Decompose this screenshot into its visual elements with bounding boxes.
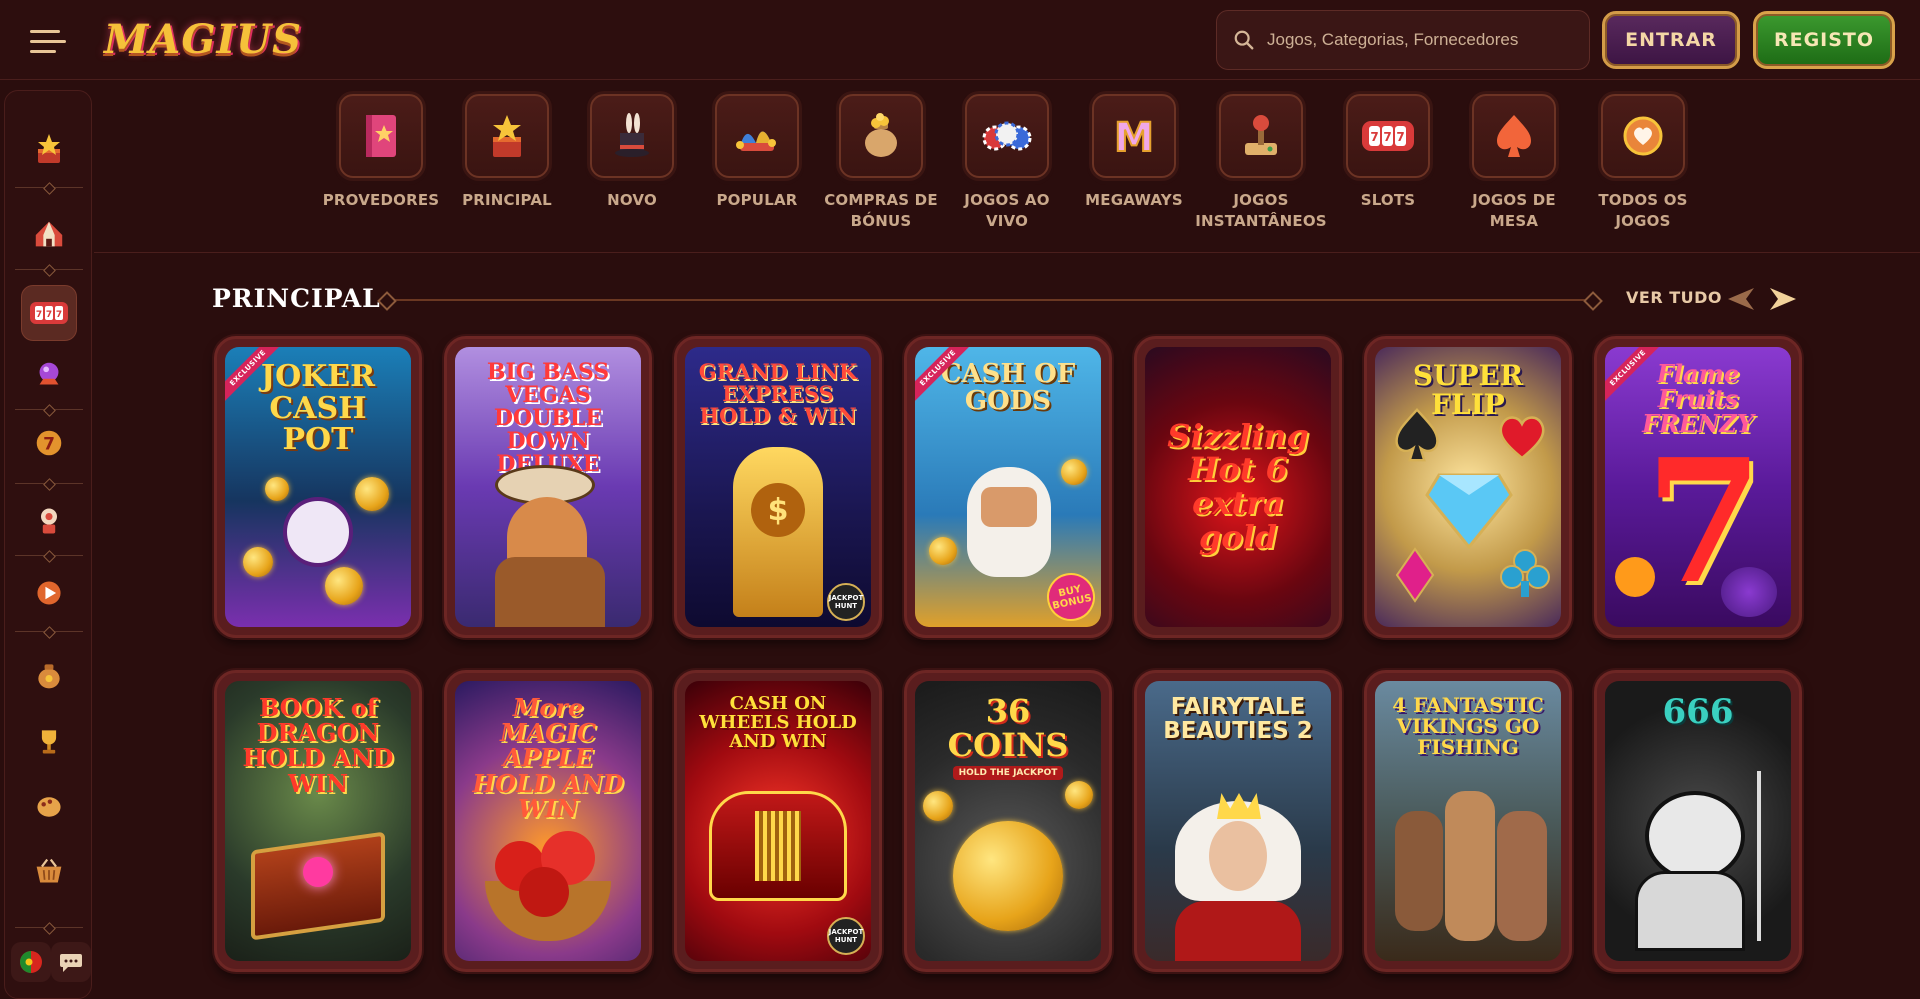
slot-reels-icon: 7 7 7 — [30, 302, 68, 324]
category-megaways[interactable]: M MEGAWAYS — [1069, 94, 1199, 211]
game-card-grand-link-express[interactable]: GRAND LINK EXPRESS HOLD & WIN $ JACKPOT … — [674, 336, 882, 638]
spade-suit-icon — [1395, 408, 1439, 462]
category-bar: PROVEDORES PRINCIPAL NOVO POPULAR COMPRA… — [316, 94, 1696, 244]
sidebar-item-casino[interactable] — [21, 207, 77, 263]
game-card-sizzling-hot[interactable]: Sizzling Hot 6 extra gold — [1134, 336, 1342, 638]
coin-bag-icon — [865, 113, 897, 157]
category-providers[interactable]: PROVEDORES — [316, 94, 446, 211]
category-instant-games[interactable]: JOGOS INSTANTÂNEOS — [1195, 94, 1327, 232]
search-input[interactable] — [1267, 30, 1587, 50]
jack-in-box-icon — [38, 134, 60, 163]
game-card-fairytale-beauties-2[interactable]: FAIRYTALE BEAUTIES 2 — [1134, 670, 1342, 972]
chat-button[interactable] — [51, 942, 91, 982]
svg-text:7: 7 — [43, 435, 55, 455]
svg-text:7: 7 — [1383, 130, 1391, 144]
circus-tent-icon — [35, 221, 63, 247]
game-card-flame-fruits-frenzy[interactable]: EXCLUSIVE Flame Fruits FRENZY 7 — [1594, 336, 1802, 638]
game-card-book-of-dragon[interactable]: BOOK of DRAGON HOLD AND WIN — [214, 670, 422, 972]
joystick-icon — [1245, 115, 1277, 155]
gumball-machine-icon — [41, 508, 57, 534]
sidebar-item-live[interactable] — [21, 347, 77, 403]
sidebar-item-principal[interactable] — [21, 121, 77, 177]
section-divider — [384, 299, 1596, 301]
club-suit-icon — [1500, 549, 1550, 597]
sidebar-item-bonuses[interactable] — [21, 779, 77, 835]
sidebar-item-tournaments[interactable] — [21, 713, 77, 769]
megaways-m-icon: M — [1113, 114, 1155, 161]
money-bag-icon — [38, 664, 60, 689]
trophy-icon — [41, 730, 57, 754]
jack-in-box-icon — [493, 115, 521, 157]
category-slots[interactable]: 7 7 7 SLOTS — [1323, 94, 1453, 211]
next-arrow-icon[interactable] — [1768, 286, 1798, 312]
spade-icon — [1497, 115, 1531, 157]
game-card-36-coins[interactable]: 36 COINS HOLD THE JACKPOT — [904, 670, 1112, 972]
game-card-joker-cash-pot[interactable]: EXCLUSIVE JOKER CASH POT — [214, 336, 422, 638]
svg-text:7: 7 — [46, 310, 52, 320]
game-card-more-magic-apple[interactable]: More MAGIC APPLE HOLD AND WIN — [444, 670, 652, 972]
diamond-gem-icon — [1425, 473, 1513, 549]
sidebar-item-shop[interactable] — [21, 843, 77, 899]
poker-chips-icon — [982, 121, 1032, 151]
heart-suit-icon — [1499, 416, 1545, 460]
sidebar-item-promotions[interactable] — [21, 647, 77, 703]
svg-text:7: 7 — [1396, 130, 1404, 144]
category-table-games[interactable]: JOGOS DE MESA — [1449, 94, 1579, 232]
sidebar-item-tv[interactable] — [21, 565, 77, 621]
jester-hat-icon — [736, 131, 776, 151]
svg-text:7: 7 — [56, 310, 62, 320]
game-card-cash-of-gods[interactable]: EXCLUSIVE CASH OF GODS BUY BONUS — [904, 336, 1112, 638]
basket-icon — [36, 858, 62, 883]
category-all-games[interactable]: TODOS OS JOGOS — [1578, 94, 1708, 232]
game-card-cash-on-wheels[interactable]: CASH ON WHEELS HOLD AND WIN JACKPOT HUNT — [674, 670, 882, 972]
see-all-link[interactable]: VER TUDO — [1626, 288, 1722, 307]
chat-bubble-icon — [60, 954, 82, 972]
magic-hat-icon — [615, 113, 649, 157]
top-header: MAGIUS ENTRAR REGISTO — [0, 0, 1920, 80]
palette-icon — [37, 797, 61, 817]
category-principal[interactable]: PRINCIPAL — [442, 94, 572, 211]
diamond-suit-icon — [1395, 547, 1435, 603]
search-icon — [1234, 30, 1254, 50]
crystal-ball-icon — [39, 362, 59, 385]
play-button-icon — [37, 581, 61, 605]
book-star-icon — [366, 115, 396, 157]
login-button[interactable]: ENTRAR — [1602, 11, 1740, 69]
sidebar-item-games[interactable] — [21, 493, 77, 549]
slot-reels-icon: 7 7 7 — [1362, 121, 1414, 151]
svg-text:7: 7 — [1370, 130, 1378, 144]
svg-text:7: 7 — [36, 310, 42, 320]
search-box[interactable] — [1216, 10, 1590, 70]
magius-logo[interactable]: MAGIUS — [104, 16, 302, 66]
category-new[interactable]: NOVO — [567, 94, 697, 211]
game-card-4-fantastic-vikings[interactable]: 4 FANTASTIC VIKINGS GO FISHING — [1364, 670, 1572, 972]
lucky-seven-icon: 7 — [36, 430, 62, 456]
register-button[interactable]: REGISTO — [1753, 11, 1895, 69]
prev-arrow-icon[interactable] — [1726, 286, 1756, 312]
game-card-666[interactable]: 666 — [1594, 670, 1802, 972]
svg-text:M: M — [1114, 115, 1154, 161]
category-divider — [94, 252, 1920, 253]
game-card-big-bass-vegas[interactable]: BIG BASS VEGAS DOUBLE DOWN DELUXE — [444, 336, 652, 638]
hamburger-menu-icon[interactable] — [30, 24, 74, 58]
category-live-games[interactable]: JOGOS AO VIVO — [942, 94, 1072, 232]
sidebar-item-jackpot[interactable]: 7 — [21, 415, 77, 471]
heart-chip-icon — [1623, 116, 1663, 156]
left-sidebar: 7 7 7 7 — [4, 90, 92, 999]
portugal-flag-icon — [20, 951, 42, 973]
sidebar-item-slots[interactable]: 7 7 7 — [21, 285, 77, 341]
language-selector[interactable] — [11, 942, 51, 982]
game-card-super-flip[interactable]: SUPER FLIP — [1364, 336, 1572, 638]
category-bonus-buys[interactable]: COMPRAS DE BÓNUS — [816, 94, 946, 232]
section-title: PRINCIPAL — [212, 284, 381, 313]
category-popular[interactable]: POPULAR — [692, 94, 822, 211]
